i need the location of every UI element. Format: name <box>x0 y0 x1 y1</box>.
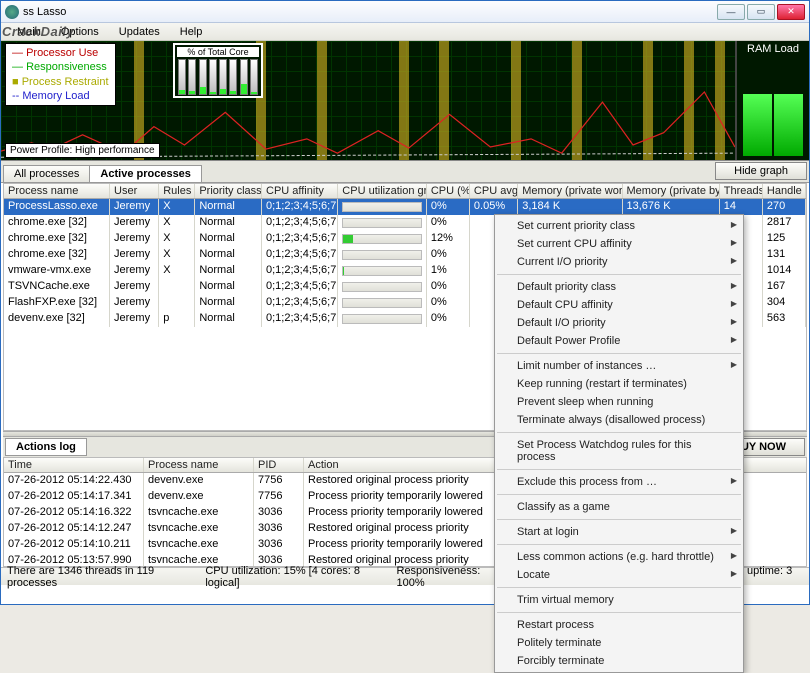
menu-item[interactable]: Set current CPU affinity <box>495 235 743 253</box>
table-row[interactable]: ProcessLasso.exeJeremyXNormal0;1;2;3;4;5… <box>4 199 806 215</box>
col-header[interactable]: Rules <box>159 184 195 198</box>
col-header[interactable]: Memory (private wor… <box>518 184 622 198</box>
col-header[interactable]: CPU affinity <box>262 184 338 198</box>
graph-legend: — Processor Use — Responsiveness ■ Proce… <box>5 43 116 106</box>
tab-active-processes[interactable]: Active processes <box>89 165 202 182</box>
col-header[interactable]: Process name <box>4 184 110 198</box>
window-title: ss Lasso <box>23 6 717 18</box>
perf-graph: — Processor Use — Responsiveness ■ Proce… <box>1 41 809 161</box>
hide-graph-button[interactable]: Hide graph <box>715 162 807 180</box>
menu-options[interactable]: Options <box>51 24 109 40</box>
menu-item[interactable]: Exclude this process from … <box>495 473 743 491</box>
menu-item[interactable]: Less common actions (e.g. hard throttle) <box>495 548 743 566</box>
menu-item[interactable]: Forcibly terminate <box>495 652 743 670</box>
menu-item[interactable]: Trim virtual memory <box>495 591 743 609</box>
menu-main[interactable]: Main <box>7 24 51 40</box>
status-resp: Responsiveness: 100% <box>397 565 496 589</box>
maximize-button[interactable]: ▭ <box>747 4 775 20</box>
menu-item[interactable]: Set Process Watchdog rules for this proc… <box>495 436 743 466</box>
app-icon <box>5 5 19 19</box>
menu-updates[interactable]: Updates <box>109 24 170 40</box>
total-core-gauge: % of Total Core <box>173 43 263 98</box>
col-header[interactable]: Priority class <box>195 184 262 198</box>
ram-load-gauge: RAM Load <box>735 41 809 160</box>
menubar: MainOptionsUpdatesHelp <box>1 23 809 41</box>
col-header[interactable]: User <box>110 184 159 198</box>
minimize-button[interactable]: — <box>717 4 745 20</box>
menu-item[interactable]: Politely terminate <box>495 634 743 652</box>
col-header[interactable]: CPU utilization graph <box>338 184 427 198</box>
power-profile-label: Power Profile: High performance <box>5 143 160 158</box>
menu-item[interactable]: Current I/O priority <box>495 253 743 271</box>
col-header[interactable]: CPU (%) <box>427 184 470 198</box>
menu-item[interactable]: Start at login <box>495 523 743 541</box>
close-button[interactable]: ✕ <box>777 4 805 20</box>
col-header[interactable]: CPU avg <box>470 184 518 198</box>
log-col-header[interactable]: Process name <box>144 458 254 472</box>
status-cpu: CPU utilization: 15% [4 cores: 8 logical… <box>205 565 370 589</box>
menu-item[interactable]: Set current priority class <box>495 217 743 235</box>
context-menu[interactable]: Set current priority classSet current CP… <box>494 214 744 673</box>
menu-item[interactable]: Classify as a game <box>495 498 743 516</box>
menu-item[interactable]: Restart process <box>495 616 743 634</box>
actions-log-tab[interactable]: Actions log <box>5 438 87 456</box>
menu-item[interactable]: Default priority class <box>495 278 743 296</box>
menu-item[interactable]: Keep running (restart if terminates) <box>495 375 743 393</box>
tabbar: All processes Active processes Hide grap… <box>1 161 809 183</box>
menu-item[interactable]: Limit number of instances … <box>495 357 743 375</box>
titlebar[interactable]: ss Lasso — ▭ ✕ <box>1 1 809 23</box>
log-col-header[interactable]: Time <box>4 458 144 472</box>
log-col-header[interactable]: PID <box>254 458 304 472</box>
menu-item[interactable]: Default CPU affinity <box>495 296 743 314</box>
menu-help[interactable]: Help <box>170 24 213 40</box>
status-threads: There are 1346 threads in 119 processes <box>7 565 179 589</box>
tab-all-processes[interactable]: All processes <box>3 165 90 182</box>
menu-item[interactable]: Default Power Profile <box>495 332 743 350</box>
col-header[interactable]: Threads <box>720 184 763 198</box>
menu-item[interactable]: Default I/O priority <box>495 314 743 332</box>
col-header[interactable]: Memory (private bytes) <box>623 184 720 198</box>
menu-item[interactable]: Terminate always (disallowed process) <box>495 411 743 429</box>
col-header[interactable]: Handle <box>763 184 806 198</box>
menu-item[interactable]: Prevent sleep when running <box>495 393 743 411</box>
menu-item[interactable]: Locate <box>495 566 743 584</box>
